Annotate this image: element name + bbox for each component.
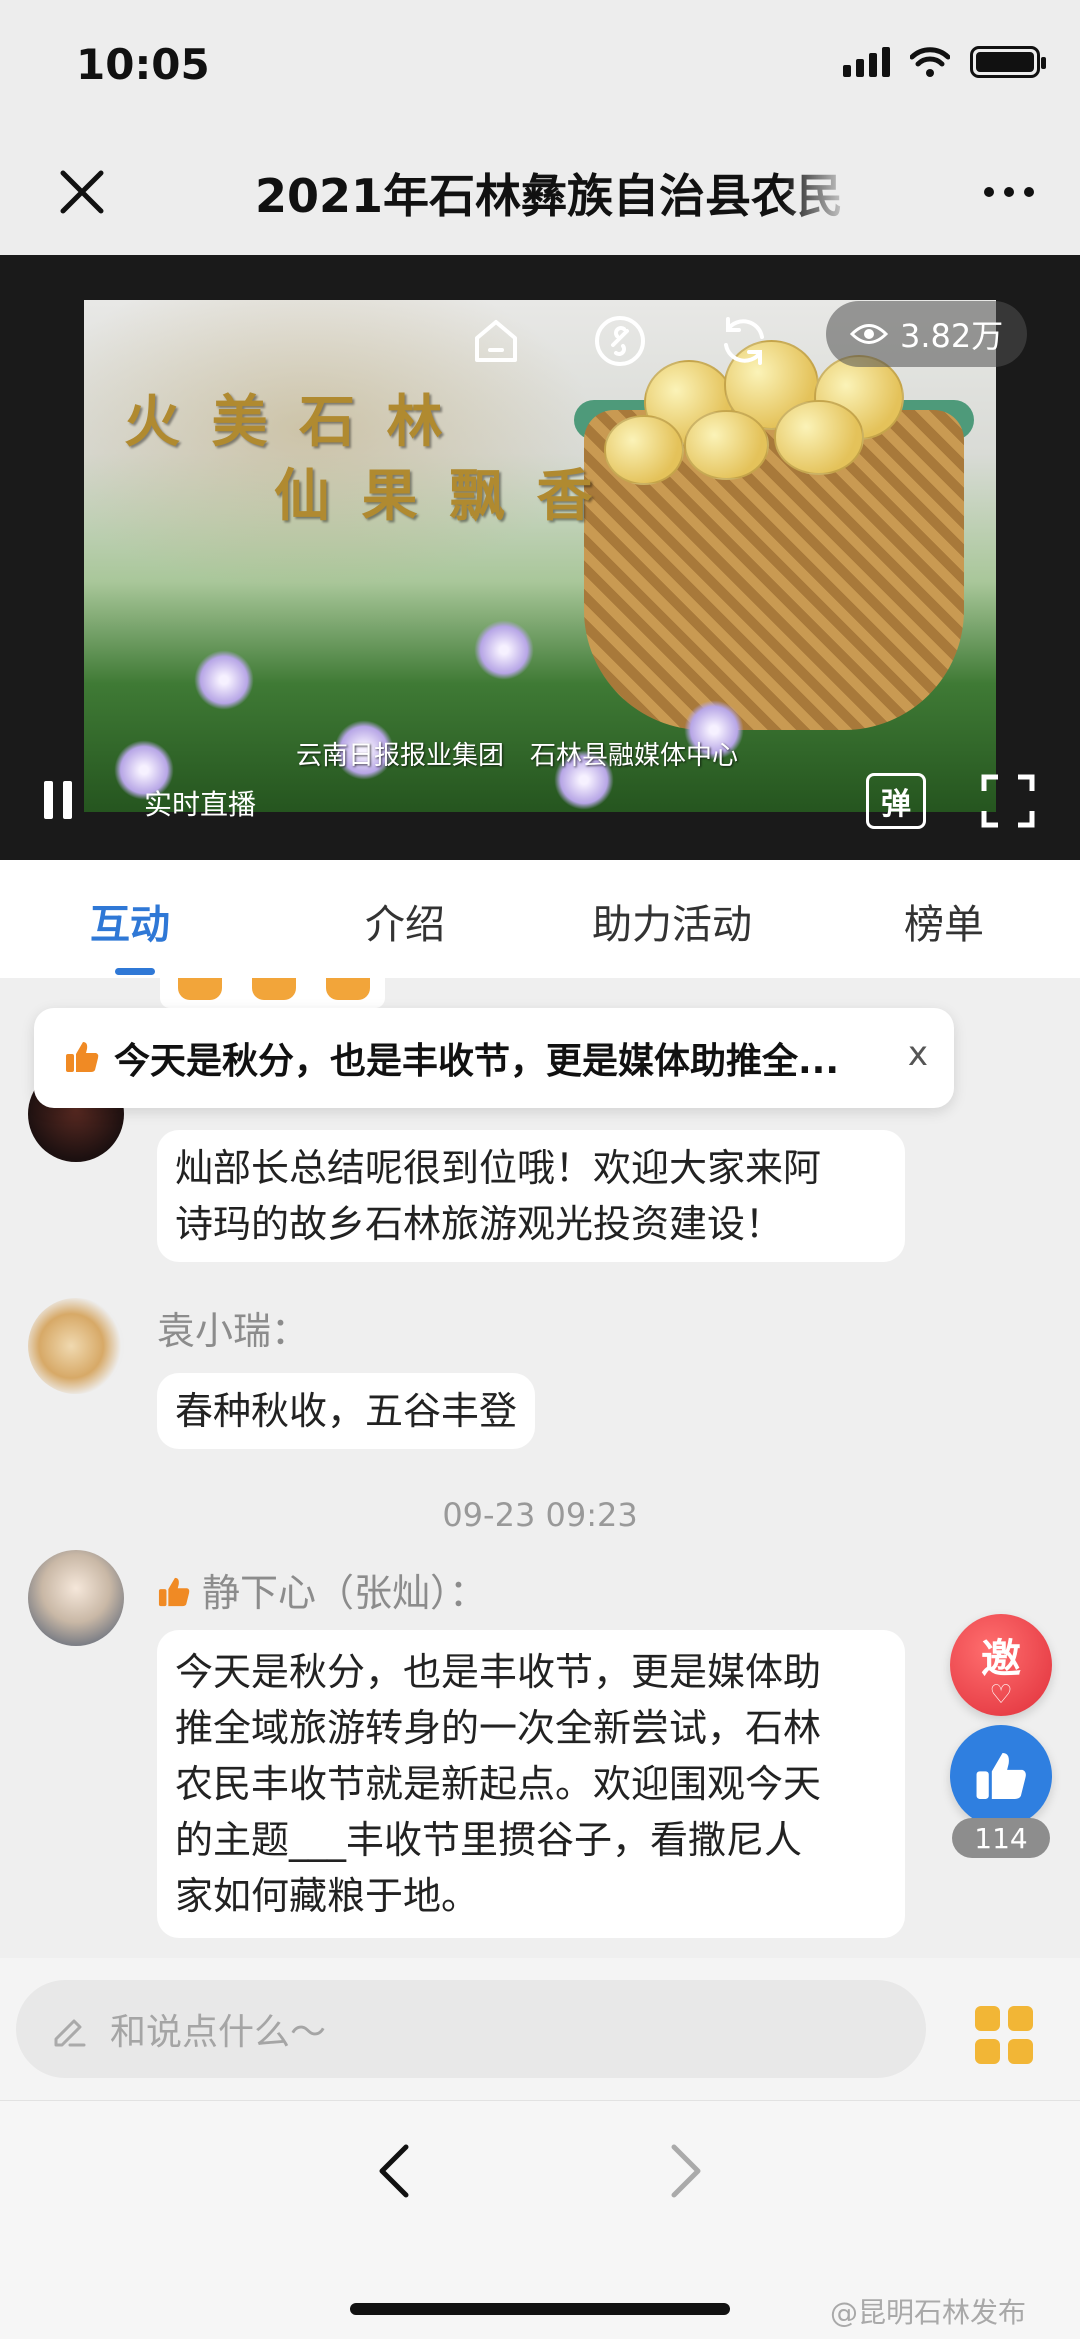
live-label: 实时直播 [144,788,257,821]
grid-cell-icon [975,2006,1000,2031]
invite-button[interactable]: 邀 ♡ [950,1614,1052,1716]
video-title-line-2: 仙 果 飘 香 [274,463,599,529]
more-dot-icon [984,187,994,197]
browser-toolbar: @昆明石林发布 [0,2100,1080,2339]
status-time: 10:05 [76,40,210,89]
active-tab-indicator [115,968,155,975]
heart-icon: ♡ [989,1680,1013,1710]
forward-arrow-icon[interactable] [660,2141,710,2201]
more-button[interactable] [974,160,1044,224]
status-bar: 10:05 [0,0,1080,130]
pencil-icon [54,2019,86,2047]
grid-cell-icon [975,2039,1000,2064]
nav-bar: 2021年石林彝族自治县农民 [0,130,1080,255]
cellular-signal-icon [843,47,890,77]
grid-cell-icon [1008,2006,1033,2031]
tab-interaction[interactable]: 互动 [90,892,170,950]
thumbs-up-icon [178,978,222,1000]
share-link-button[interactable] [592,313,648,369]
video-player[interactable]: 火 美 石 林 仙 果 飘 香 云南日报报业集团 石林县融媒体中心 3.82万 [0,255,1080,860]
video-overlay-title: 火 美 石 林 仙 果 飘 香 [124,385,599,533]
nickname[interactable]: 静下心（张灿）： [202,1562,487,1617]
more-dot-icon [1004,187,1014,197]
chat-message-bubble: 春种秋收，五谷丰登 [157,1373,536,1449]
like-count-badge: 114 [952,1818,1050,1858]
video-credits: 云南日报报业集团 石林县融媒体中心 [296,741,739,771]
view-count: 3.82万 [900,317,1004,355]
chat-message-bubble: 今天是秋分，也是丰收节，更是媒体助 推全域旅游转身的一次全新尝试，石林 农民丰收… [157,1630,905,1938]
more-dot-icon [1024,187,1034,197]
message-text-line: 家如何藏粮于地。 [175,1874,480,1918]
back-arrow-icon[interactable] [370,2141,420,2201]
home-button[interactable] [468,313,524,369]
chat-feed[interactable]: 今天是秋分，也是丰收节，更是媒体助推全... x 灿部长总结呢很到位哦！欢迎大家… [0,978,1080,1958]
like-button[interactable] [950,1725,1052,1827]
thumbs-up-icon [326,978,370,1000]
message-text-line: 推全域旅游转身的一次全新尝试，石林 [175,1706,822,1750]
tab-introduction[interactable]: 介绍 [365,892,445,950]
eye-icon [850,324,888,344]
invite-label: 邀 [981,1636,1021,1682]
apps-grid-button[interactable] [975,2006,1033,2064]
thumbs-up-icon [252,978,296,1000]
message-text-line: 农民丰收节就是新起点。欢迎围观今天 [175,1762,822,1806]
chat-message-bubble: 灿部长总结呢很到位哦！欢迎大家来阿 诗玛的故乡石林旅游观光投资建设！ [157,1130,905,1262]
pinned-message-banner[interactable]: 今天是秋分，也是丰收节，更是媒体助推全... x [34,1008,954,1108]
view-count-badge: 3.82万 [826,301,1028,367]
avatar[interactable] [28,1550,124,1646]
pause-button[interactable] [44,781,84,821]
message-text-line: 的主题___丰收节里掼谷子，看撒尼人 [175,1818,803,1862]
close-button[interactable] [50,160,114,224]
status-icons [843,46,1046,78]
banner-close-button[interactable]: x [908,1034,928,1074]
comment-input[interactable]: 和说点什么～ [16,1980,926,2078]
page-title: 2021年石林彝族自治县农民 [255,169,844,223]
message-text-line: 灿部长总结呢很到位哦！欢迎大家来阿 [175,1146,822,1190]
grid-cell-icon [1008,2039,1033,2064]
fullscreen-icon[interactable] [980,773,1036,829]
comment-bar: 和说点什么～ [0,1958,1080,2100]
avatar[interactable] [28,1298,124,1394]
link-icon [595,316,645,366]
watermark: @昆明石林发布 [830,2296,1027,2329]
pinned-message-text: 今天是秋分，也是丰收节，更是媒体助推全... [114,1041,840,1082]
danmu-toggle-button[interactable]: 弹 [866,773,926,829]
thumbs-up-strip [160,978,385,1008]
tab-bar: 互动 介绍 助力活动 榜单 [0,860,1080,978]
message-timestamp: 09-23 09:23 [442,1496,638,1534]
nickname[interactable]: 袁小瑞： [157,1300,309,1355]
thumbs-up-icon [158,1577,190,1607]
thumbs-up-icon [976,1753,1026,1799]
comment-placeholder: 和说点什么～ [110,2012,327,2053]
thumbs-up-icon [66,1042,99,1072]
message-text-line: 今天是秋分，也是丰收节，更是媒体助 [175,1650,822,1694]
wifi-icon [910,47,950,77]
home-indicator[interactable] [350,2303,730,2315]
tab-support-activity[interactable]: 助力活动 [592,892,752,950]
close-icon [60,170,104,214]
battery-icon [970,46,1046,78]
home-icon [475,320,517,362]
refresh-icon [724,317,764,365]
message-text-line: 诗玛的故乡石林旅游观光投资建设！ [175,1202,784,1246]
refresh-button[interactable] [716,313,772,369]
video-title-line-1: 火 美 石 林 [124,389,449,455]
tab-ranking[interactable]: 榜单 [904,892,984,950]
video-frame[interactable]: 火 美 石 林 仙 果 飘 香 云南日报报业集团 石林县融媒体中心 [84,300,996,812]
